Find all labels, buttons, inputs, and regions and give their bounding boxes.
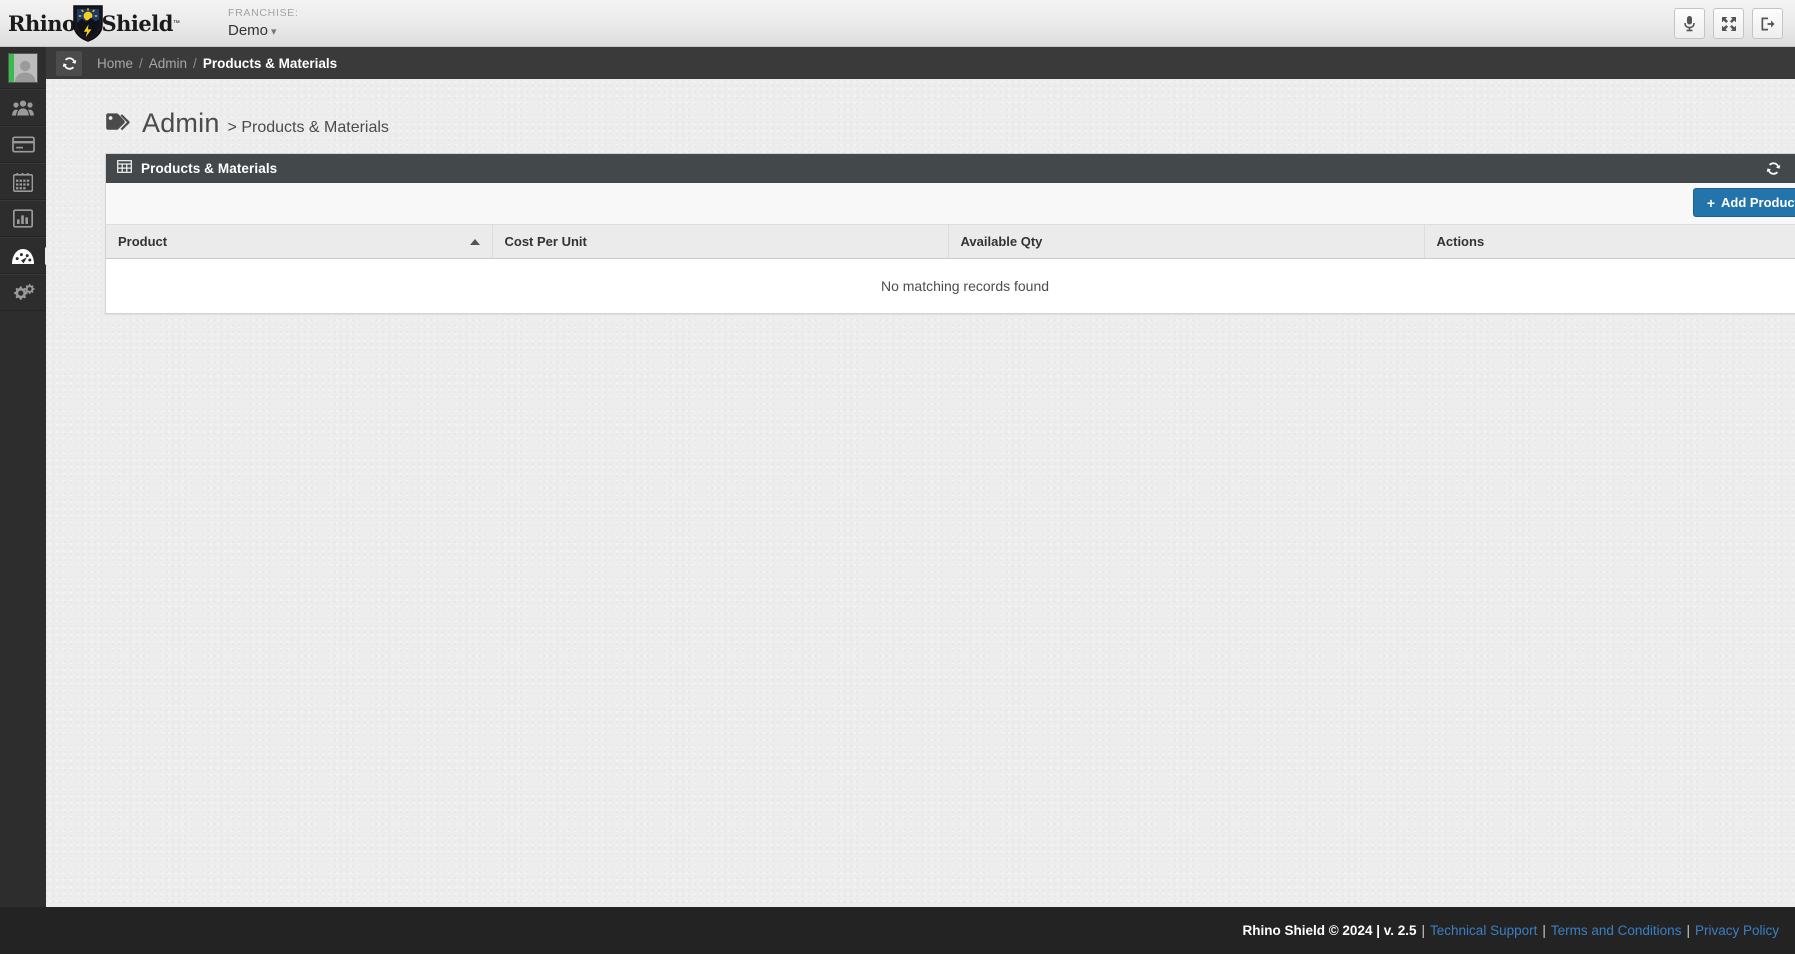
panel-refresh-button[interactable] [1766,161,1781,176]
column-label: Actions [1436,233,1485,249]
sidebar-item-payments[interactable] [0,126,46,163]
column-header-available-qty[interactable]: Available Qty [948,225,1425,259]
logo-trademark: ™ [172,19,180,27]
sidebar-item-customers[interactable] [0,89,46,126]
sidebar-item-reports[interactable] [0,200,46,237]
app-logo[interactable]: Rhino Shield ™ [8,2,180,44]
column-label: Available Qty [960,233,1043,249]
left-sidebar [0,47,46,907]
products-table: Product Cost Per Unit Available Qty Acti… [106,225,1795,313]
gauge-dashboard-icon [11,247,35,265]
logo-text-left: Rhino [8,10,76,36]
plus-icon: + [1706,194,1715,211]
logout-button[interactable] [1752,8,1783,39]
logo-text-right: Shield [101,10,173,36]
panel-title: Products & Materials [141,161,278,176]
footer-content: Rhino Shield © 2024 | v. 2.5 | Technical… [1242,907,1779,954]
chevron-down-icon: ▾ [271,26,277,38]
sidebar-item-dashboard[interactable] [0,237,46,274]
gears-settings-icon [12,283,35,303]
user-avatar-icon [14,60,36,82]
page-header: Admin > Products & Materials [105,108,389,139]
sidebar-item-profile[interactable] [0,47,46,89]
table-body: No matching records found [106,258,1795,313]
table-header-row: Product Cost Per Unit Available Qty Acti… [106,225,1795,259]
table-empty-row: No matching records found [106,258,1795,313]
table-header: Product Cost Per Unit Available Qty Acti… [106,225,1795,259]
top-header-bar: Rhino Shield ™ FRANCHISE: Demo ▾ [0,0,1795,47]
users-group-icon [12,100,34,116]
breadcrumb-item-home[interactable]: Home [97,56,133,71]
products-materials-panel: Products & Materials + Add Product Produ… [105,153,1795,314]
shield-logo-icon [73,4,104,42]
panel-header-actions [1766,154,1795,183]
tags-icon [105,112,131,136]
credit-card-icon [11,136,35,153]
breadcrumb: Home / Admin / Products & Materials [97,56,337,71]
column-label: Product [118,233,168,249]
column-label: Cost Per Unit [504,233,587,249]
table-grid-icon [117,159,132,178]
add-product-label: Add Product [1721,195,1795,210]
column-header-product[interactable]: Product [106,225,493,259]
top-header-actions [1674,8,1783,39]
page-footer: Rhino Shield © 2024 | v. 2.5 | Technical… [0,907,1795,954]
sidebar-item-calendar[interactable] [0,163,46,200]
fullscreen-arrows-icon [1721,16,1736,31]
breadcrumb-bar: Home / Admin / Products & Materials [46,47,1795,79]
footer-copyright: Rhino Shield © 2024 | v. 2.5 [1242,923,1417,938]
avatar [8,52,38,83]
refresh-icon [62,56,76,70]
panel-toolbar: + Add Product [106,183,1795,225]
logout-icon [1761,17,1775,30]
add-product-button[interactable]: + Add Product [1692,188,1795,217]
footer-link-privacy-policy[interactable]: Privacy Policy [1695,923,1779,938]
breadcrumb-item-admin[interactable]: Admin [149,56,187,71]
calendar-icon [13,172,33,192]
breadcrumb-separator: / [193,55,197,71]
footer-link-technical-support[interactable]: Technical Support [1430,923,1537,938]
page-title: Admin [142,108,220,138]
franchise-selector[interactable]: FRANCHISE: Demo ▾ [228,7,299,39]
microphone-button[interactable] [1674,8,1705,39]
footer-separator: | [1421,923,1426,938]
breadcrumb-separator: / [139,55,143,71]
panel-header: Products & Materials [106,154,1795,183]
bar-chart-icon [13,209,33,228]
sort-ascending-icon [469,239,480,246]
footer-link-terms-and-conditions[interactable]: Terms and Conditions [1551,923,1682,938]
empty-message: No matching records found [106,258,1795,313]
franchise-current-value: Demo [228,22,269,39]
column-header-cost-per-unit[interactable]: Cost Per Unit [492,225,949,259]
sidebar-item-admin[interactable] [0,274,46,311]
franchise-value-row[interactable]: Demo ▾ [228,22,299,39]
main-content: Admin > Products & Materials Products & … [46,79,1795,907]
breadcrumb-refresh-button[interactable] [56,50,82,76]
fullscreen-button[interactable] [1713,8,1744,39]
page-subtitle: > Products & Materials [227,119,389,136]
franchise-label: FRANCHISE: [228,7,299,19]
microphone-icon [1684,16,1695,32]
column-header-actions: Actions [1424,225,1795,259]
footer-separator: | [1542,923,1546,938]
footer-separator: | [1686,923,1690,938]
refresh-icon [1766,162,1781,175]
breadcrumb-item-current: Products & Materials [202,55,338,71]
